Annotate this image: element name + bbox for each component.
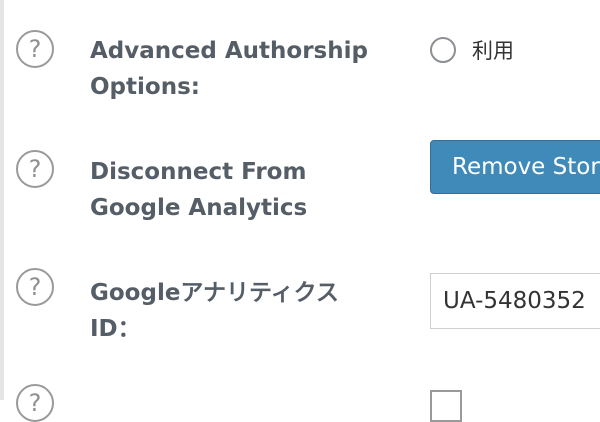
authorship-radio[interactable] xyxy=(430,37,456,63)
analytics-id-input[interactable]: UA-5480352 xyxy=(430,273,600,329)
authorship-radio-option[interactable]: 利用 xyxy=(430,34,514,66)
help-icon[interactable]: ? xyxy=(16,150,54,188)
advanced-authorship-label: Advanced Authorship Options: xyxy=(90,38,368,100)
authorship-radio-label[interactable]: 利用 xyxy=(472,35,514,65)
help-icon[interactable]: ? xyxy=(16,268,54,306)
disconnect-analytics-label: Disconnect From Google Analytics xyxy=(90,159,308,221)
left-border xyxy=(0,0,4,400)
remove-stored-button[interactable]: Remove Stored xyxy=(430,140,600,194)
help-icon[interactable]: ? xyxy=(16,384,54,422)
settings-checkbox[interactable] xyxy=(430,390,462,422)
analytics-id-label: Googleアナリティクス ID： xyxy=(90,280,339,342)
help-icon[interactable]: ? xyxy=(16,30,54,68)
